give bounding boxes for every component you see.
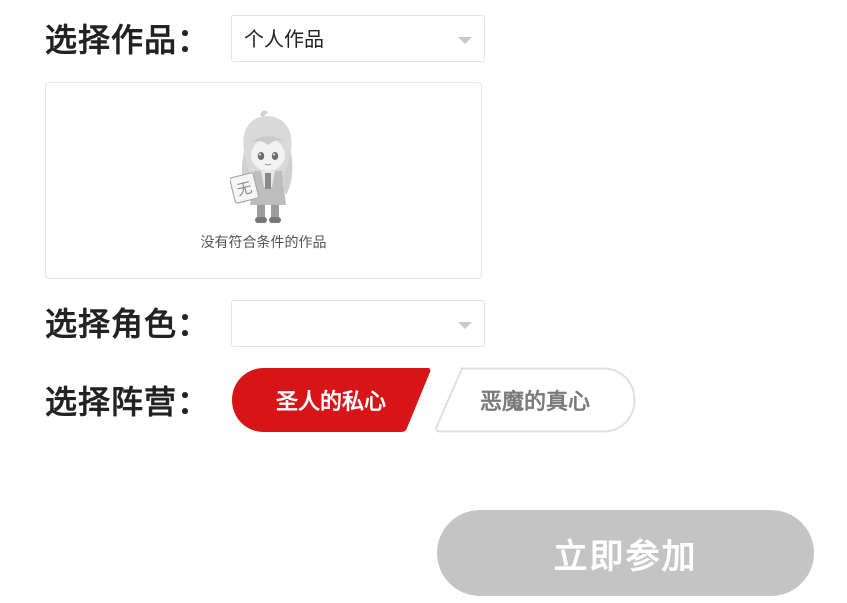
chevron-down-icon	[458, 37, 472, 44]
camp-option-demon[interactable]: 恶魔的真心	[434, 367, 636, 433]
role-select[interactable]	[231, 300, 485, 347]
work-select-value: 个人作品	[244, 27, 324, 51]
empty-character-illustration: 无	[230, 110, 293, 223]
work-select[interactable]: 个人作品	[231, 15, 485, 62]
select-role-label: 选择角色：	[45, 305, 211, 343]
works-empty-panel: 无 没有符合条件的作品	[45, 82, 482, 279]
camp-option-saint[interactable]: 圣人的私心	[231, 367, 431, 433]
select-camp-label: 选择阵营：	[45, 383, 211, 421]
select-work-label: 选择作品：	[45, 21, 211, 59]
camp-option-saint-label: 圣人的私心	[275, 390, 386, 415]
chevron-down-icon	[458, 322, 472, 329]
camp-option-demon-label: 恶魔的真心	[479, 390, 590, 415]
join-now-button[interactable]: 立即参加	[437, 510, 814, 596]
empty-works-message: 没有符合条件的作品	[200, 235, 327, 251]
